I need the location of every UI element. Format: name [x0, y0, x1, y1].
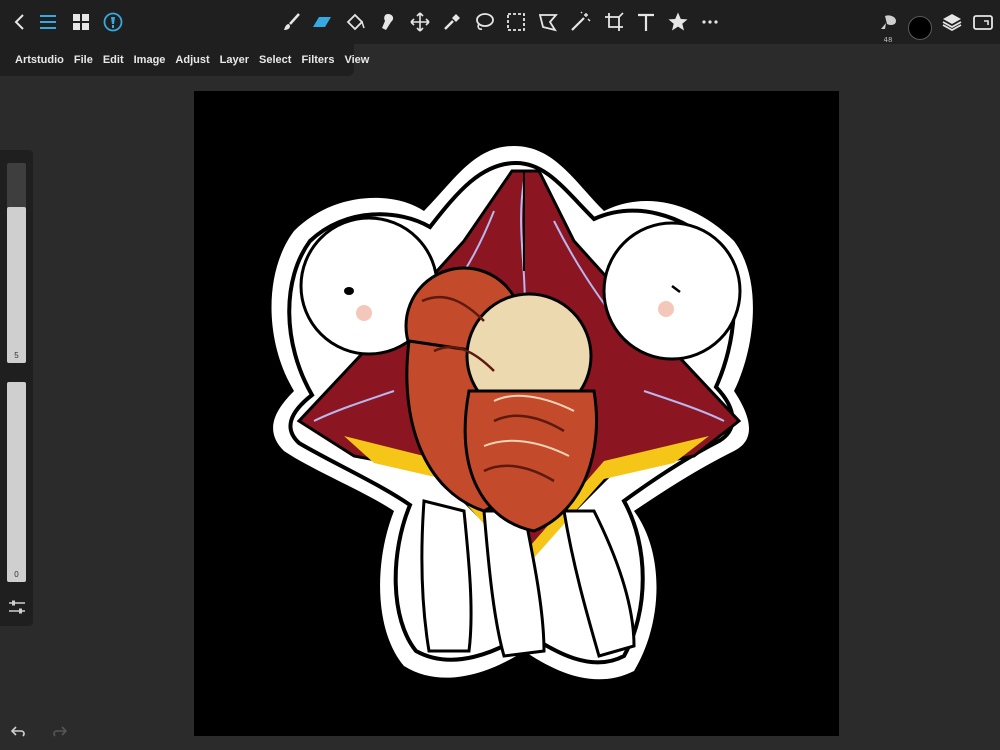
menu-bar: Artstudio File Edit Image Adjust Layer S…: [0, 44, 369, 76]
menu-select[interactable]: Select: [254, 54, 296, 66]
rect-select-tool-icon[interactable]: [502, 8, 530, 36]
menu-filters[interactable]: Filters: [296, 54, 339, 66]
menu-edit[interactable]: Edit: [98, 54, 129, 66]
menu-artstudio[interactable]: Artstudio: [10, 54, 69, 66]
brush-size-value: 5: [14, 351, 19, 360]
grid-icon[interactable]: [67, 8, 95, 36]
smudge-tool-icon[interactable]: [373, 8, 401, 36]
top-toolbar: 48: [0, 0, 1000, 44]
favorites-tool-icon[interactable]: [664, 8, 692, 36]
more-tool-icon[interactable]: [696, 8, 724, 36]
back-icon[interactable]: [6, 8, 34, 36]
layers-icon[interactable]: [938, 8, 966, 36]
menu-image[interactable]: Image: [129, 54, 171, 66]
brush-opacity-slider-fill: [7, 382, 26, 582]
lasso-tool-icon[interactable]: [470, 8, 498, 36]
menu-layer[interactable]: Layer: [215, 54, 254, 66]
crop-tool-icon[interactable]: [600, 8, 628, 36]
color-swatch[interactable]: [908, 16, 932, 40]
brush-size-slider[interactable]: 5: [7, 163, 26, 363]
poly-select-tool-icon[interactable]: [534, 8, 562, 36]
redo-icon[interactable]: [50, 722, 68, 740]
brush-slider-panel: 5 0: [0, 150, 33, 626]
fill-tool-icon[interactable]: [341, 8, 369, 36]
brush-tool-icon[interactable]: [278, 8, 306, 36]
brush-opacity-value: 0: [14, 570, 19, 579]
brush-size-slider-fill: [7, 207, 26, 363]
brush-settings-icon[interactable]: [6, 596, 28, 618]
menu-view[interactable]: View: [339, 54, 374, 66]
brush-info-icon[interactable]: [99, 8, 127, 36]
text-tool-icon[interactable]: [632, 8, 660, 36]
menu-icon[interactable]: [34, 8, 62, 36]
move-tool-icon[interactable]: [406, 8, 434, 36]
eraser-tool-icon[interactable]: [308, 8, 336, 36]
eyedropper-tool-icon[interactable]: [438, 8, 466, 36]
artwork-canvas[interactable]: [194, 91, 839, 736]
menu-adjust[interactable]: Adjust: [170, 54, 214, 66]
magic-wand-tool-icon[interactable]: [566, 8, 594, 36]
undo-icon[interactable]: [10, 722, 28, 740]
sticker-artwork: [271, 146, 753, 680]
fullscreen-icon[interactable]: [969, 8, 997, 36]
menu-file[interactable]: File: [69, 54, 98, 66]
brush-preset-icon[interactable]: [874, 8, 902, 36]
brush-size-readout: 48: [883, 36, 893, 44]
brush-opacity-slider[interactable]: 0: [7, 382, 26, 582]
